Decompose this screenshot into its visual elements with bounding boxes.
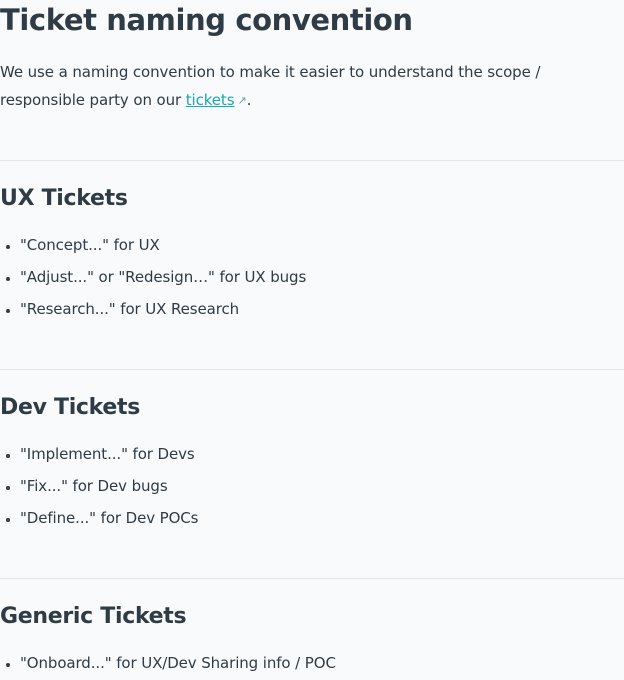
external-link-icon: ↗ — [237, 94, 247, 107]
list-item: "Implement..." for Devs — [20, 438, 198, 470]
intro-paragraph: We use a naming convention to make it ea… — [0, 38, 624, 115]
list-item: "Adjust..." or "Redesign…" for UX bugs — [20, 261, 306, 293]
section-divider — [0, 160, 624, 161]
section-divider — [0, 578, 624, 579]
list-item: "Fix..." for Dev bugs — [20, 470, 198, 502]
list-item: "Research..." for UX Research — [20, 293, 306, 325]
ux-ticket-list: "Concept..." for UX "Adjust..." or "Rede… — [0, 229, 306, 325]
section-heading-dev: Dev Tickets — [0, 395, 141, 420]
generic-ticket-list: "Onboard..." for UX/Dev Sharing info / P… — [0, 647, 336, 679]
document-page: Ticket naming convention We use a naming… — [0, 0, 624, 675]
section-heading-ux: UX Tickets — [0, 186, 128, 211]
list-item: "Define..." for Dev POCs — [20, 502, 199, 534]
list-item: "Concept..." for UX — [20, 229, 306, 261]
intro-end: . — [246, 91, 252, 109]
page-title: Ticket naming convention — [0, 3, 413, 37]
section-heading-generic: Generic Tickets — [0, 604, 187, 629]
tickets-link[interactable]: tickets — [186, 91, 235, 109]
dev-ticket-list: "Implement..." for Devs "Fix..." for Dev… — [0, 438, 199, 534]
intro-text: We use a naming convention to make it ea… — [0, 63, 541, 109]
list-item: "Onboard..." for UX/Dev Sharing info / P… — [20, 647, 336, 679]
section-divider — [0, 369, 624, 370]
